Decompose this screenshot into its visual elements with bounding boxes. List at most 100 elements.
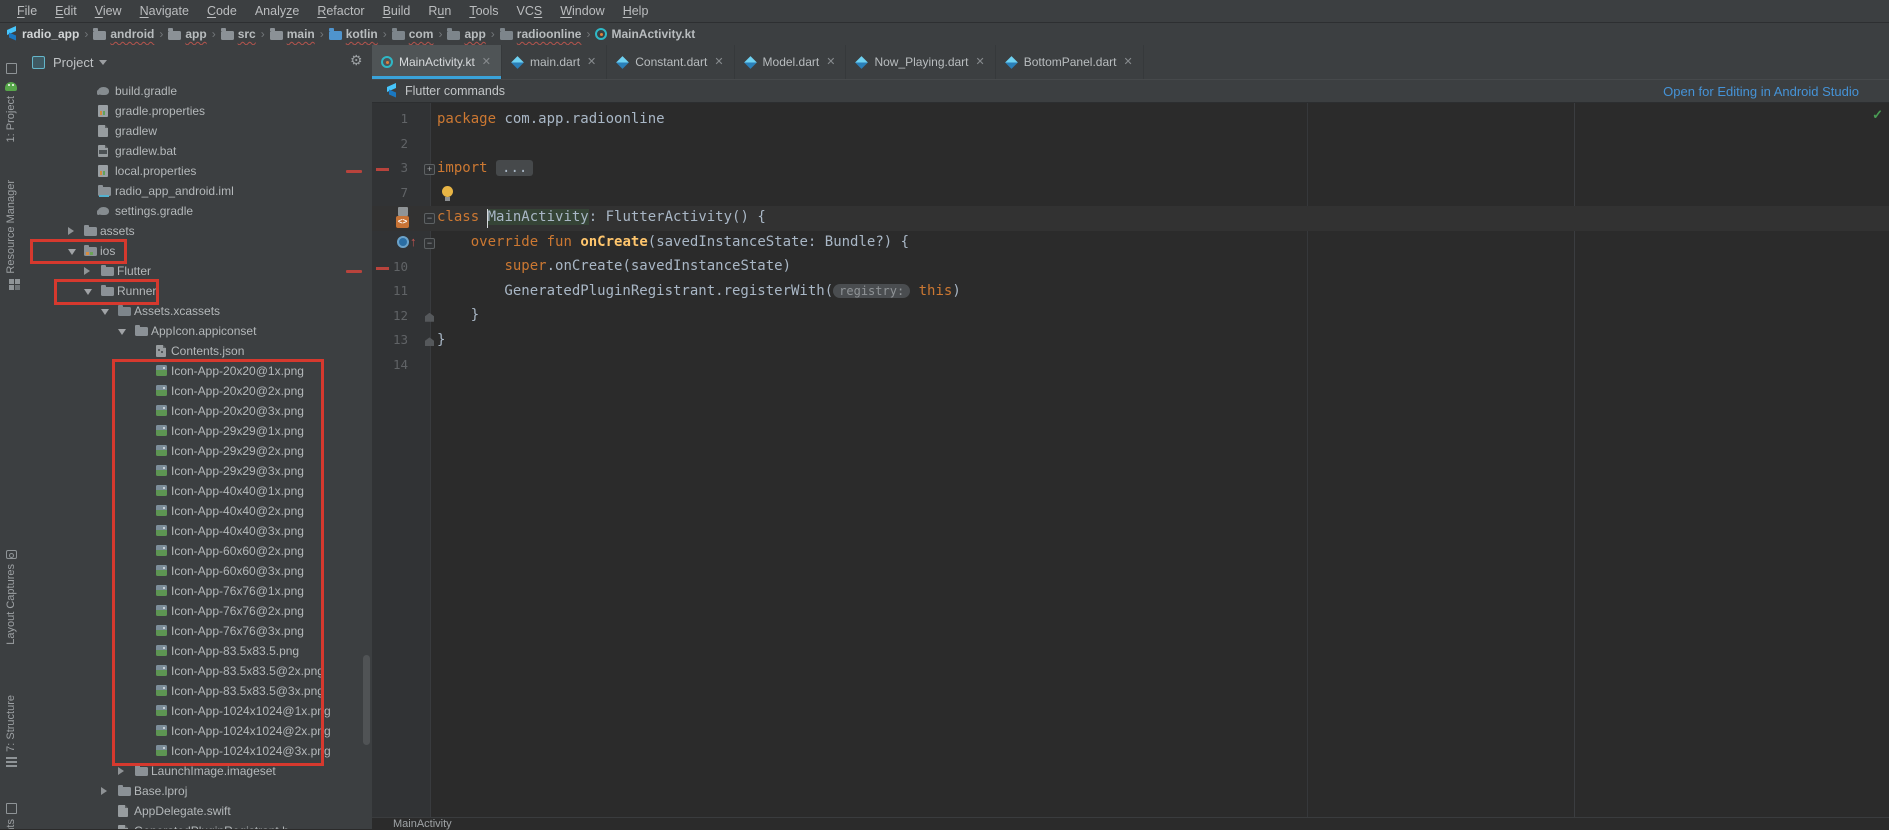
close-icon[interactable]: ✕ [587,57,596,68]
kotlin-class-icon[interactable]: <> [396,216,409,228]
inspections-ok-icon[interactable]: ✓ [1872,107,1883,123]
menu-build[interactable]: Build [374,4,420,18]
tree-item-base-lproj[interactable]: Base.lproj [22,781,372,801]
change-marker [376,267,389,270]
kotlin-file-icon [595,28,607,40]
intention-bulb-icon[interactable] [442,186,453,197]
collapse-arrow-icon[interactable] [118,329,126,335]
breadcrumb-app[interactable]: app [168,27,206,41]
breadcrumb-src[interactable]: src [221,27,256,41]
tree-item-appicon-appiconset[interactable]: AppIcon.appiconset [22,321,372,341]
chevron-down-icon[interactable] [99,60,107,65]
tree-item-assets[interactable]: assets [22,221,372,241]
open-in-android-studio-link[interactable]: Open for Editing in Android Studio [1663,84,1859,99]
tab-constant-dart[interactable]: Constant.dart✕ [607,45,734,79]
tree-item-local-properties[interactable]: local.properties [22,161,372,181]
close-icon[interactable]: ✕ [1123,57,1132,68]
breadcrumb-radioonline[interactable]: radioonline [500,27,582,41]
code-line-8[interactable]: 8−<>class MainActivity: FlutterActivity(… [372,206,1889,231]
fold-toggle-icon[interactable]: + [424,164,435,175]
tree-item-appdelegate-swift[interactable]: AppDelegate.swift [22,801,372,821]
breadcrumb-com[interactable]: com [392,27,434,41]
tree-item-build-gradle[interactable]: build.gradle [22,81,372,101]
close-icon[interactable]: ✕ [482,57,491,68]
breadcrumb-label: kotlin [346,27,378,41]
overrides-method-icon[interactable] [397,236,409,248]
menu-navigate[interactable]: Navigate [131,4,198,18]
expand-arrow-icon[interactable] [101,787,107,795]
tree-item-gradlew[interactable]: gradlew [22,121,372,141]
tree-item-contents-json[interactable]: Contents.json [22,341,372,361]
code-editor[interactable]: 1package com.app.radioonline23+import ..… [372,103,1889,817]
fold-toggle-icon[interactable]: − [424,213,435,224]
breadcrumb-android[interactable]: android [93,27,154,41]
expand-arrow-icon[interactable] [84,267,90,275]
code-line-10[interactable]: 10 super.onCreate(savedInstanceState) [372,256,1889,281]
menu-bar: FileEditViewNavigateCodeAnalyzeRefactorB… [0,0,1889,23]
collapse-arrow-icon[interactable] [101,309,109,315]
gear-icon[interactable]: ⚙ [350,53,363,67]
expand-arrow-icon[interactable] [68,227,74,235]
editor-bottom-bar: MainActivity [372,817,1889,830]
tree-item-gradlew-bat[interactable]: gradlew.bat [22,141,372,161]
menu-edit[interactable]: Edit [46,4,86,18]
code-line-14[interactable]: 14 [372,354,1889,379]
code-line-7[interactable]: 7 [372,182,1889,207]
code-line-9[interactable]: 9−↑ override fun onCreate(savedInstanceS… [372,231,1889,256]
code-line-1[interactable]: 1package com.app.radioonline [372,108,1889,133]
tree-item-gradle-properties[interactable]: gradle.properties [22,101,372,121]
project-panel-title[interactable]: Project [53,55,93,70]
tool-button-project[interactable]: 1: Project [0,63,22,142]
menu-tools[interactable]: Tools [460,4,507,18]
tab-label: Now_Playing.dart [874,55,968,69]
tool-button-build-variants[interactable]: Build Variants [0,803,22,829]
tab-now-playing-dart[interactable]: Now_Playing.dart ✕ [846,45,995,79]
menu-view[interactable]: View [86,4,131,18]
json-icon [156,345,166,357]
menu-refactor[interactable]: Refactor [308,4,373,18]
breadcrumb-kotlin[interactable]: kotlin [329,27,378,41]
fold-toggle-icon[interactable]: − [424,238,435,249]
tree-scrollbar[interactable] [363,655,370,745]
tool-button-layout-captures[interactable]: Layout Captures [0,550,22,645]
menu-run[interactable]: Run [419,4,460,18]
breadcrumb-main[interactable]: main [270,27,315,41]
code-line-12[interactable]: 12 } [372,305,1889,330]
code-line-13[interactable]: 13} [372,329,1889,354]
menu-window[interactable]: Window [551,4,613,18]
tab-model-dart[interactable]: Model.dart✕ [735,45,847,79]
tree-item-generatedpluginregistrant-h[interactable]: GeneratedPluginRegistrant.h [22,821,372,829]
close-icon[interactable]: ✕ [826,57,835,68]
close-icon[interactable]: ✕ [714,57,723,68]
android-studio-window: FileEditViewNavigateCodeAnalyzeRefactorB… [0,0,1889,829]
breadcrumb-radio-app[interactable]: radio_app [6,27,79,41]
tab-main-dart[interactable]: main.dart✕ [502,45,607,79]
menu-analyze[interactable]: Analyze [246,4,308,18]
close-icon[interactable]: ✕ [976,57,985,68]
editor-breadcrumb[interactable]: MainActivity [393,818,452,830]
tree-item-flutter[interactable]: Flutter [22,261,372,281]
code-line-3[interactable]: 3+import ... [372,157,1889,182]
menu-file[interactable]: File [8,4,46,18]
breadcrumb-app[interactable]: app [447,27,485,41]
breadcrumb-mainactivity-kt[interactable]: MainActivity.kt [595,27,695,41]
tab-mainactivity-kt[interactable]: MainActivity.kt✕ [372,45,502,79]
dart-file-icon [511,56,524,69]
expand-arrow-icon[interactable] [118,767,124,775]
tab-bottompanel-dart[interactable]: BottomPanel.dart✕ [996,45,1144,79]
code-token: : FlutterActivity() { [589,209,766,225]
menu-code[interactable]: Code [198,4,246,18]
menu-help[interactable]: Help [614,4,658,18]
code-line-2[interactable]: 2 [372,133,1889,158]
menu-vcs[interactable]: VCS [508,4,552,18]
keyword: import [437,160,488,176]
android-icon [5,82,17,91]
code-line-11[interactable]: 11 GeneratedPluginRegistrant.registerWit… [372,280,1889,305]
tree-item-settings-gradle[interactable]: settings.gradle [22,201,372,221]
related-file-icon[interactable] [398,207,408,216]
iml-icon [98,187,111,196]
tool-button-resource-manager[interactable]: Resource Manager [0,180,22,284]
tree-item-radio-app-android-iml[interactable]: radio_app_android.iml [22,181,372,201]
tool-button-structure[interactable]: 7: Structure [0,695,22,767]
tool-button-label: 1: Project [5,96,17,142]
